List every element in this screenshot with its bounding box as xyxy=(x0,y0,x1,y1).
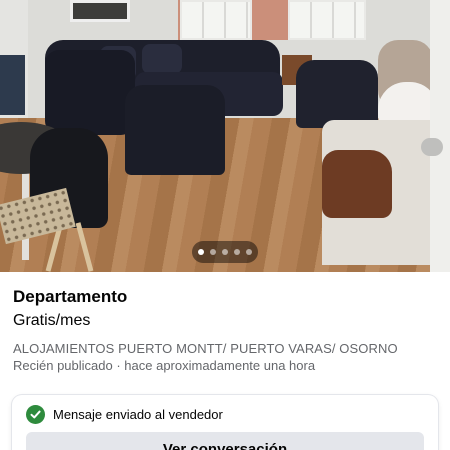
photo-window-right xyxy=(288,0,366,40)
photo-door xyxy=(430,0,450,272)
carousel-indicator[interactable] xyxy=(192,241,258,263)
listing-price: Gratis/mes xyxy=(13,312,91,329)
view-conversation-button[interactable]: Ver conversación xyxy=(26,432,424,450)
photo-handbag xyxy=(322,150,392,218)
photo-sofa-pillow xyxy=(142,44,182,74)
photo-armchair xyxy=(125,85,225,175)
photo-bed xyxy=(0,55,25,115)
photo-door-knob xyxy=(421,138,443,156)
carousel-dot[interactable] xyxy=(210,249,216,255)
listing-posted-time: Recién publicado · hace aproximadamente … xyxy=(13,358,316,373)
listing-category[interactable]: ALOJAMIENTOS PUERTO MONTT/ PUERTO VARAS/… xyxy=(13,341,398,356)
message-sent-card: Mensaje enviado al vendedor Ver conversa… xyxy=(12,395,438,450)
check-circle-icon xyxy=(26,405,45,424)
carousel-dot[interactable] xyxy=(198,249,204,255)
listing-photo[interactable] xyxy=(0,0,450,272)
carousel-dot[interactable] xyxy=(234,249,240,255)
photo-armchair-right xyxy=(296,60,378,128)
photo-wall-frame xyxy=(70,0,130,22)
carousel-dot[interactable] xyxy=(222,249,228,255)
message-sent-status: Mensaje enviado al vendedor xyxy=(53,407,223,422)
photo-window-left xyxy=(180,0,252,40)
listing-title: Departamento xyxy=(13,287,128,306)
photo-sofa-arm xyxy=(45,50,135,135)
carousel-dot[interactable] xyxy=(246,249,252,255)
